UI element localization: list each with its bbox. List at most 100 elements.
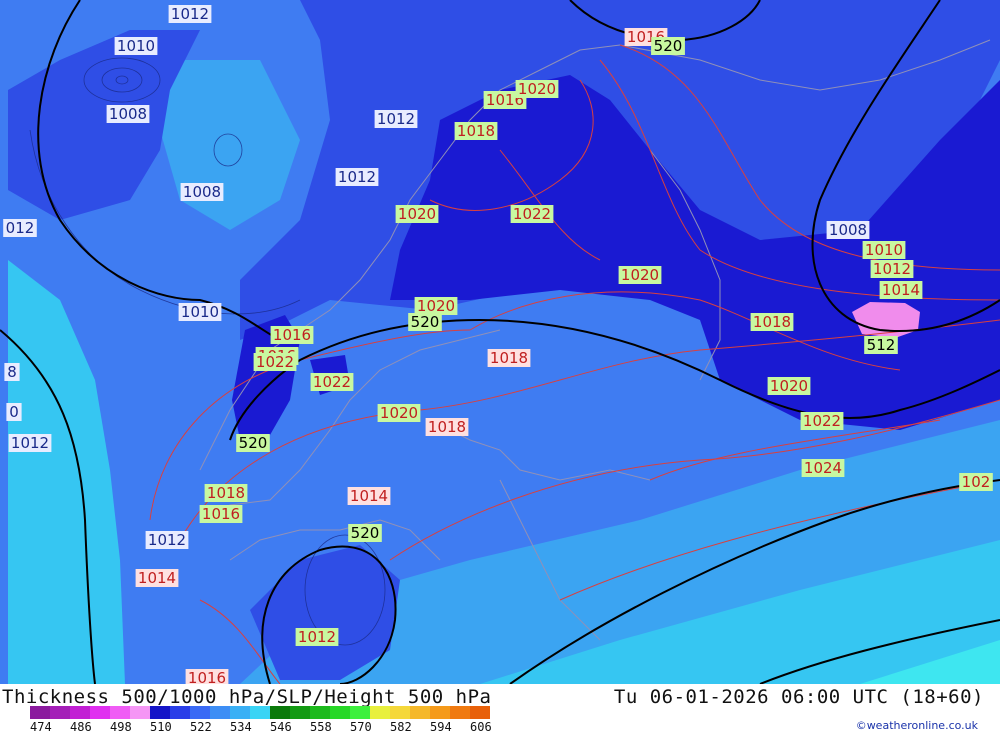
color-scale-swatch (450, 706, 470, 719)
color-scale-tick: 594 (430, 720, 452, 734)
color-scale-swatch (210, 706, 230, 719)
map-label-text: 1020 (518, 80, 556, 98)
map-label-slp-low: 012 (3, 219, 37, 237)
color-scale-tick: 522 (190, 720, 212, 734)
map-label-slp-high: 1016 (270, 326, 314, 344)
map-label-slp-low: 1012 (8, 434, 52, 452)
map-label-slp-high: 1022 (800, 412, 844, 430)
map-label-text: 1014 (138, 569, 176, 587)
map-label-slp-high: 1014 (879, 281, 923, 299)
map-label-slp-mid: 1018 (425, 418, 469, 436)
map-label-text: 1018 (428, 418, 466, 436)
map-label-slp-mid: 1016 (185, 669, 229, 684)
footer-bar: Thickness 500/1000 hPa/SLP/Height 500 hP… (0, 684, 1000, 734)
map-label-slp-low: 1008 (180, 183, 224, 201)
map-label-text: 1010 (117, 37, 155, 55)
map-label-text: 012 (6, 219, 35, 237)
map-label-text: 1020 (398, 205, 436, 223)
map-label-slp-high: 1020 (414, 297, 458, 315)
color-scale-tick: 570 (350, 720, 372, 734)
color-scale-swatch (70, 706, 90, 719)
color-scale-swatch (110, 706, 130, 719)
map-label-text: 1018 (490, 349, 528, 367)
map-label-slp-low: 1012 (168, 5, 212, 23)
credit-link[interactable]: ©weatheronline.co.uk (856, 719, 978, 732)
map-label-text: 1022 (256, 353, 294, 371)
color-scale-swatch (190, 706, 210, 719)
map-label-height: 520 (651, 37, 685, 55)
map-label-height: 520 (236, 434, 270, 452)
map-label-height: 520 (348, 524, 382, 542)
color-scale-swatch (230, 706, 250, 719)
map-label-slp-high: 102 (959, 473, 993, 491)
map-label-text: 1016 (273, 326, 311, 344)
map-label-text: 1022 (313, 373, 351, 391)
map-label-text: 1010 (865, 241, 903, 259)
color-scale-swatch (130, 706, 150, 719)
color-scale-swatch (250, 706, 270, 719)
color-scale-swatch (50, 706, 70, 719)
color-scale-swatch (430, 706, 450, 719)
map-label-slp-low: 1008 (826, 221, 870, 239)
color-scale-tick: 606 (470, 720, 492, 734)
map-label-slp-high: 1022 (310, 373, 354, 391)
weather-map: 101210101008 1012101210080121010101652010… (0, 0, 1000, 684)
map-label-text: 1020 (621, 266, 659, 284)
map-label-text: 1012 (377, 110, 415, 128)
color-scale-tick: 546 (270, 720, 292, 734)
map-label-text: 1012 (298, 628, 336, 646)
map-label-text: 1018 (457, 122, 495, 140)
map-label-slp-high: 1018 (454, 122, 498, 140)
map-label-text: 1020 (380, 404, 418, 422)
color-scale-tick: 474 (30, 720, 52, 734)
map-label-slp-low: 1008 (106, 105, 150, 123)
map-label-text: 1020 (770, 377, 808, 395)
map-label-height: 512 (864, 336, 898, 354)
color-scale-tick: 582 (390, 720, 412, 734)
map-label-slp-low: 1010 (178, 303, 222, 321)
color-scale-swatch (350, 706, 370, 719)
map-label-slp-mid: 1018 (487, 349, 531, 367)
color-scale-tick: 558 (310, 720, 332, 734)
map-title: Thickness 500/1000 hPa/SLP/Height 500 hP… (2, 686, 492, 708)
map-label-slp-low: 8 (4, 363, 20, 381)
map-label-text: 520 (654, 37, 683, 55)
map-label-text: 1012 (338, 168, 376, 186)
map-label-text: 1012 (148, 531, 186, 549)
map-label-slp-low: 1012 (335, 168, 379, 186)
map-label-text: 1014 (882, 281, 920, 299)
map-label-text: 1022 (803, 412, 841, 430)
map-label-text: 1022 (513, 205, 551, 223)
map-label-text: 102 (962, 473, 991, 491)
map-label-text: 1012 (171, 5, 209, 23)
map-label-text: 1016 (202, 505, 240, 523)
map-label-text: 520 (411, 313, 440, 331)
color-scale-tick: 486 (70, 720, 92, 734)
color-scale-swatch (470, 706, 490, 719)
map-label-slp-low: 1012 (145, 531, 189, 549)
map-label-slp-mid: 1014 (135, 569, 179, 587)
map-label-height: 520 (408, 313, 442, 331)
map-label-slp-high: 1016 (199, 505, 243, 523)
map-label-slp-high: 1024 (801, 459, 845, 477)
color-scale-swatch (150, 706, 170, 719)
map-label-text: 512 (867, 336, 896, 354)
color-scale-tick: 498 (110, 720, 132, 734)
map-label-slp-low: 1012 (374, 110, 418, 128)
map-label-slp-high: 1012 (870, 260, 914, 278)
color-scale-swatch (310, 706, 330, 719)
map-label-text: 1010 (181, 303, 219, 321)
color-scale-swatch (290, 706, 310, 719)
color-scale-tick: 510 (150, 720, 172, 734)
map-label-text: 520 (239, 434, 268, 452)
map-label-slp-high: 1018 (204, 484, 248, 502)
map-label-slp-low: 0 (6, 403, 22, 421)
color-scale-swatch (90, 706, 110, 719)
map-label-slp-high: 1020 (377, 404, 421, 422)
map-label-text: 1012 (11, 434, 49, 452)
map-label-text: 1020 (417, 297, 455, 315)
map-label-slp-high: 1020 (618, 266, 662, 284)
color-scale-tick: 534 (230, 720, 252, 734)
map-label-text: 1018 (753, 313, 791, 331)
map-label-slp-high: 1020 (515, 80, 559, 98)
